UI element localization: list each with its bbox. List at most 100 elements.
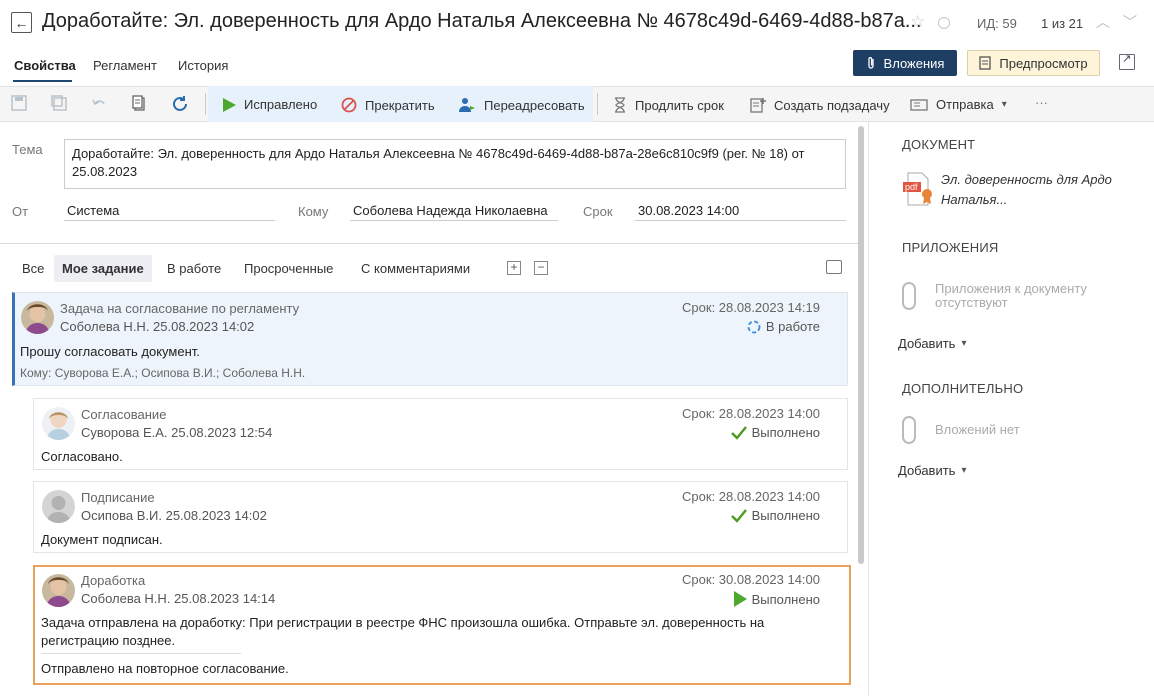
chevron-down-icon: ▾	[1001, 99, 1007, 110]
save-copy-icon[interactable]	[51, 95, 67, 111]
pane-divider	[868, 122, 869, 696]
undo-icon[interactable]	[91, 95, 107, 111]
play-icon	[733, 591, 747, 607]
document-section-heading: ДОКУМЕНТ	[902, 137, 976, 152]
tab-active-indicator	[13, 80, 72, 82]
play-icon	[223, 97, 236, 112]
filter-with-comments[interactable]: С комментариями	[361, 261, 470, 276]
tab-properties[interactable]: Свойства	[14, 58, 76, 73]
save-icon[interactable]	[11, 95, 27, 111]
task-due: Срок: 28.08.2023 14:19	[682, 300, 820, 315]
toolbar-separator	[205, 93, 206, 115]
expand-all-icon[interactable]: +	[507, 261, 521, 275]
print-icon[interactable]	[826, 260, 842, 274]
more-menu[interactable]: ···	[1035, 95, 1048, 110]
checkmark-icon	[730, 425, 747, 440]
task-status: Выполнено	[733, 591, 820, 607]
record-id: ИД: 59	[977, 16, 1017, 31]
forbidden-icon	[341, 97, 357, 113]
readdress-button[interactable]: Переадресовать	[458, 97, 585, 113]
task-type[interactable]: Доработка	[81, 573, 145, 588]
attachments-section-heading: ПРИЛОЖЕНИЯ	[902, 240, 999, 255]
filter-my-task[interactable]: Мое задание	[54, 255, 152, 282]
add-extra-button[interactable]: Добавить ▾	[898, 463, 966, 478]
subject-field[interactable]: Доработайте: Эл. доверенность для Ардо Н…	[64, 139, 846, 189]
fixed-label: Исправлено	[244, 97, 318, 112]
refresh-icon[interactable]	[171, 95, 187, 111]
open-external-icon[interactable]	[1119, 52, 1135, 70]
task-card-current[interactable]: Доработка Соболева Н.Н. 25.08.2023 14:14…	[33, 565, 851, 685]
star-icon[interactable]: ☆	[910, 12, 925, 32]
from-field[interactable]: Система	[64, 203, 275, 221]
status-circle-icon[interactable]	[938, 17, 950, 29]
comment-divider	[41, 653, 241, 654]
task-comment: Прошу согласовать документ.	[20, 344, 200, 359]
from-label: От	[12, 204, 29, 219]
collapse-all-icon[interactable]: −	[534, 261, 548, 275]
filter-in-progress[interactable]: В работе	[167, 261, 221, 276]
task-card[interactable]: Подписание Осипова В.И. 25.08.2023 14:02…	[33, 481, 848, 553]
paperclip-icon	[867, 57, 874, 69]
checkmark-icon	[730, 508, 747, 523]
chevron-up-icon[interactable]: ︿	[1096, 12, 1110, 32]
avatar	[42, 574, 75, 607]
paperclip-icon	[902, 416, 916, 444]
task-author: Соболева Н.Н. 25.08.2023 14:14	[81, 591, 276, 606]
pdf-file-icon[interactable]: pdf	[903, 172, 933, 206]
title-bar: ← Доработайте: Эл. доверенность для Ардо…	[0, 0, 1154, 46]
send-dropdown[interactable]: Отправка ▾	[910, 97, 1007, 112]
task-status: В работе	[747, 319, 820, 334]
back-button[interactable]: ←	[11, 12, 32, 33]
document-icon	[979, 56, 992, 70]
chevron-down-icon: ▾	[961, 338, 967, 349]
task-card[interactable]: Согласование Суворова Е.А. 25.08.2023 12…	[33, 398, 848, 470]
avatar	[42, 407, 75, 440]
chevron-down-icon[interactable]: ﹀	[1123, 12, 1137, 32]
task-due: Срок: 28.08.2023 14:00	[682, 489, 820, 504]
user-forward-icon	[459, 98, 475, 112]
task-type[interactable]: Согласование	[81, 407, 166, 422]
add-attachment-button[interactable]: Добавить ▾	[898, 336, 966, 351]
tab-regulation[interactable]: Регламент	[93, 58, 157, 73]
copy-icon[interactable]	[131, 95, 147, 111]
chevron-down-icon: ▾	[961, 465, 967, 476]
task-comment-followup: Отправлено на повторное согласование.	[41, 661, 289, 676]
due-field[interactable]: 30.08.2023 14:00	[635, 203, 846, 221]
paperclip-icon	[902, 282, 916, 310]
scrollbar-thumb[interactable]	[858, 126, 864, 564]
readdress-label: Переадресовать	[484, 97, 585, 113]
avatar-placeholder	[42, 490, 75, 523]
filter-all[interactable]: Все	[22, 261, 44, 276]
subject-label: Тема	[12, 142, 43, 157]
task-card[interactable]: Задача на согласование по регламенту Соб…	[12, 292, 848, 386]
task-author: Суворова Е.А. 25.08.2023 12:54	[81, 425, 273, 440]
fixed-button[interactable]: Исправлено	[222, 97, 317, 112]
task-due: Срок: 28.08.2023 14:00	[682, 406, 820, 421]
stop-button[interactable]: Прекратить	[341, 97, 435, 113]
filter-overdue[interactable]: Просроченные	[244, 261, 333, 276]
task-comment: Согласовано.	[41, 449, 123, 464]
subtask-label: Создать подзадачу	[774, 97, 890, 113]
spinner-icon	[747, 320, 761, 333]
page-title: Доработайте: Эл. доверенность для Ардо Н…	[42, 10, 922, 32]
toolbar-separator	[597, 93, 598, 115]
send-icon	[910, 98, 928, 111]
task-due: Срок: 30.08.2023 14:00	[682, 572, 820, 587]
document-link[interactable]: Эл. доверенность для Ардо Наталья...	[941, 170, 1116, 210]
to-label: Кому	[298, 204, 329, 219]
extra-section-heading: ДОПОЛНИТЕЛЬНО	[902, 381, 1024, 396]
attachments-label: Вложения	[883, 55, 945, 71]
extra-empty-text: Вложений нет	[935, 422, 1020, 437]
task-author: Осипова В.И. 25.08.2023 14:02	[81, 508, 267, 523]
section-divider	[0, 243, 858, 244]
create-subtask-button[interactable]: Создать подзадачу	[750, 97, 890, 113]
task-status: Выполнено	[730, 508, 820, 523]
extend-deadline-button[interactable]: Продлить срок	[613, 97, 724, 113]
task-type[interactable]: Задача на согласование по регламенту	[60, 301, 299, 316]
tab-history[interactable]: История	[178, 58, 228, 73]
preview-button[interactable]: Предпросмотр	[967, 50, 1100, 76]
task-type[interactable]: Подписание	[81, 490, 155, 505]
task-author: Соболева Н.Н. 25.08.2023 14:02	[60, 319, 255, 334]
to-field[interactable]: Соболева Надежда Николаевна	[350, 203, 558, 221]
attachments-button[interactable]: Вложения	[853, 50, 957, 76]
